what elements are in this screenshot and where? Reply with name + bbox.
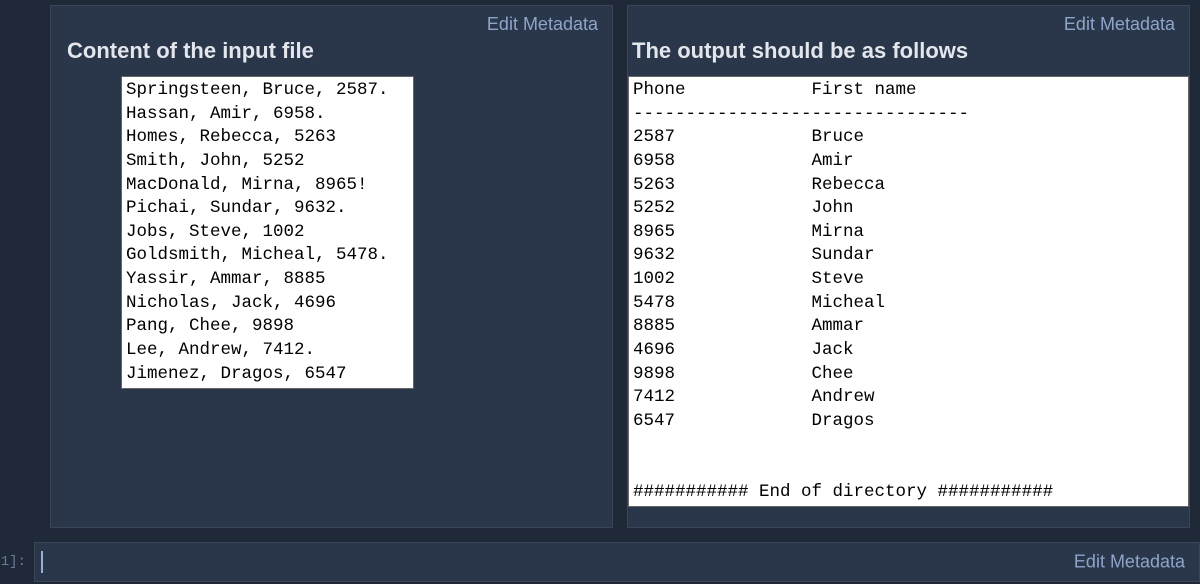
edit-metadata-button[interactable]: Edit Metadata xyxy=(1074,552,1185,573)
text-cursor xyxy=(41,551,43,573)
edit-metadata-button[interactable]: Edit Metadata xyxy=(1050,6,1189,39)
output-content: Phone First name -----------------------… xyxy=(628,76,1189,507)
right-cell: Edit Metadata The output should be as fo… xyxy=(627,5,1190,528)
notebook-row: Edit Metadata Content of the input file … xyxy=(0,0,1200,533)
bottom-input-row: 1]: Edit Metadata xyxy=(0,540,1200,584)
code-input-cell[interactable]: Edit Metadata xyxy=(34,542,1200,582)
left-cell: Edit Metadata Content of the input file … xyxy=(50,5,613,528)
edit-metadata-button[interactable]: Edit Metadata xyxy=(473,6,612,39)
left-block-wrap: Springsteen, Bruce, 2587. Hassan, Amir, … xyxy=(51,76,612,404)
cell-prompt: 1]: xyxy=(0,554,30,570)
input-file-content: Springsteen, Bruce, 2587. Hassan, Amir, … xyxy=(121,76,414,389)
right-block-wrap: Phone First name -----------------------… xyxy=(628,76,1189,507)
